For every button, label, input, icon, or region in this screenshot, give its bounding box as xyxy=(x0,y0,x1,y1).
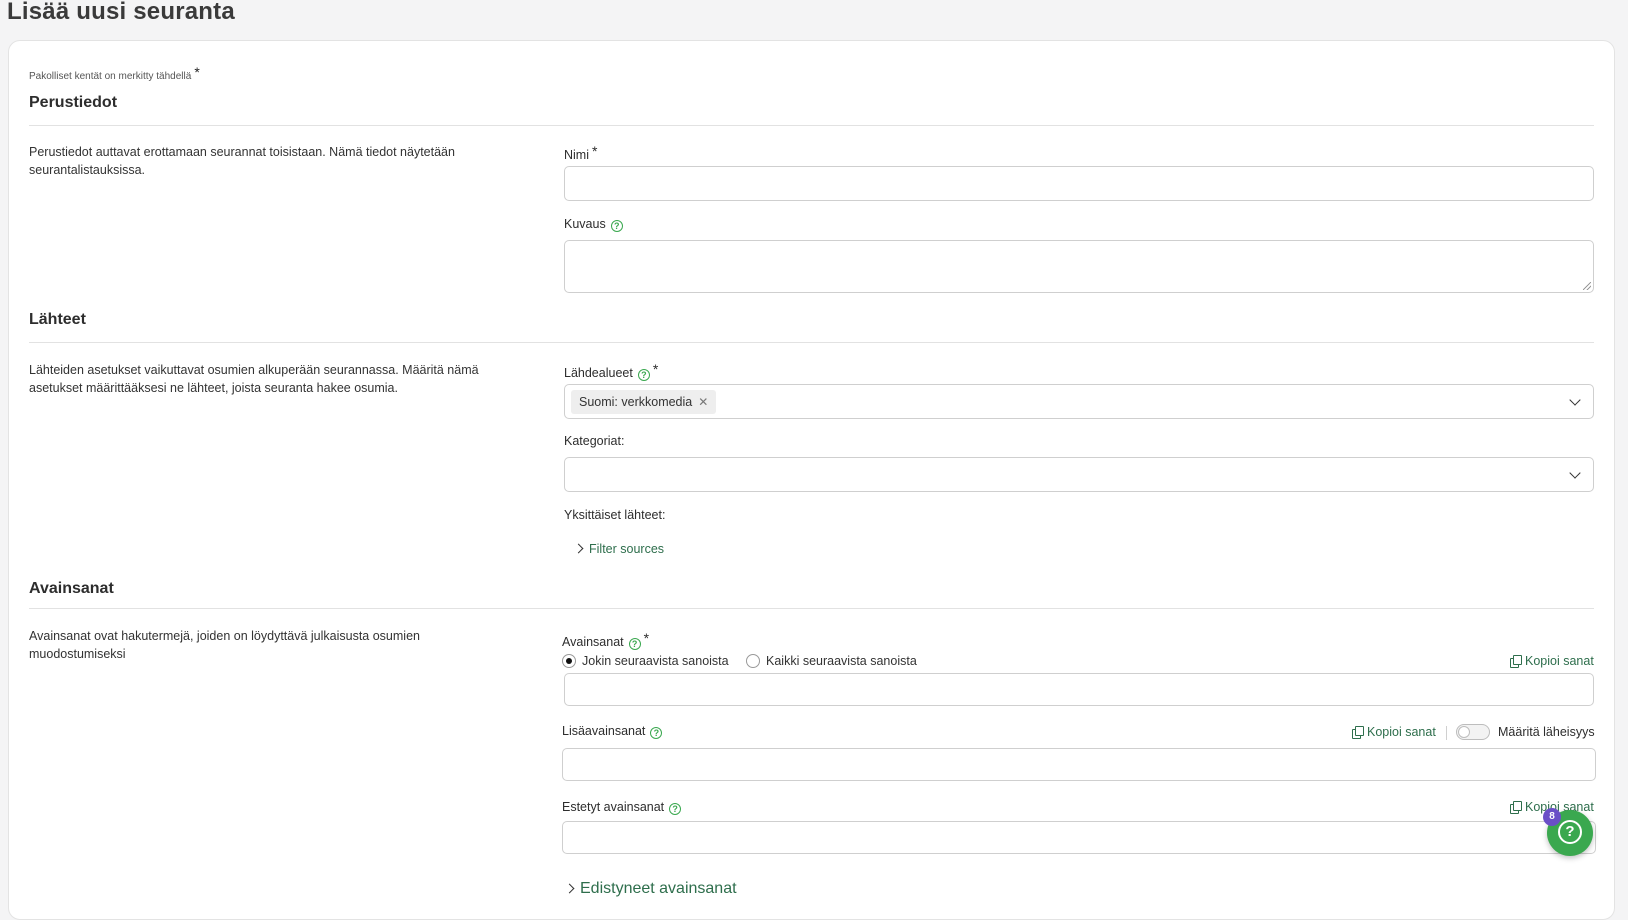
filter-sources-label: Filter sources xyxy=(589,542,665,556)
help-icon[interactable]: ? xyxy=(610,220,623,232)
chevron-right-icon xyxy=(564,883,575,894)
help-icon[interactable]: ? xyxy=(669,803,682,815)
radio-button[interactable] xyxy=(746,654,760,668)
copy-words-label: Kopioi sanat xyxy=(1367,725,1436,739)
help-icon[interactable]: ? xyxy=(650,727,663,739)
resize-handle-icon[interactable] xyxy=(1583,282,1591,290)
keywords-input[interactable] xyxy=(564,673,1594,706)
advanced-keywords-label: Edistyneet avainsanat xyxy=(580,880,737,897)
required-star: * xyxy=(194,64,200,80)
section-description-keywords: Avainsanat ovat hakutermejä, joiden on l… xyxy=(29,629,420,661)
chip-remove-icon[interactable]: ✕ xyxy=(698,395,708,409)
name-input[interactable] xyxy=(564,166,1594,201)
question-icon: ? xyxy=(1558,820,1582,844)
help-icon[interactable]: ? xyxy=(637,369,650,381)
name-label: Nimi * xyxy=(564,143,597,162)
description-textarea[interactable] xyxy=(564,240,1594,293)
additional-keywords-label: Lisäavainsanat? xyxy=(562,724,663,739)
description-label-text: Kuvaus xyxy=(564,217,606,231)
copy-words-label: Kopioi sanat xyxy=(1525,654,1594,668)
section-title-sources: Lähteet xyxy=(29,311,86,328)
section-title-keywords: Avainsanat xyxy=(29,580,114,597)
blocked-keywords-input[interactable] xyxy=(562,821,1596,854)
description-label: Kuvaus? xyxy=(564,217,623,232)
section-description-basic: Perustiedot auttavat erottamaan seuranna… xyxy=(29,145,455,177)
divider xyxy=(1446,726,1447,740)
section-divider xyxy=(29,342,1594,343)
required-note: Pakolliset kentät on merkitty tähdellä * xyxy=(29,64,200,82)
radio-button[interactable] xyxy=(562,654,576,668)
radio-all-label: Kaikki seuraavista sanoista xyxy=(766,654,917,668)
required-star: * xyxy=(592,143,598,159)
required-star: * xyxy=(652,361,659,377)
proximity-label: Määritä läheisyys xyxy=(1498,725,1595,739)
chevron-down-icon[interactable] xyxy=(1569,394,1581,406)
source-areas-label: Lähdealueet? * xyxy=(564,361,658,381)
page-title: Lisää uusi seuranta xyxy=(7,0,235,25)
individual-sources-label: Yksittäiset lähteet: xyxy=(564,508,666,522)
section-description-sources: Lähteiden asetukset vaikuttavat osumien … xyxy=(29,363,479,395)
copy-keywords-link[interactable]: Kopioi sanat xyxy=(1510,654,1594,668)
advanced-keywords-link[interactable]: Edistyneet avainsanat xyxy=(564,880,737,898)
radio-any-words[interactable]: Jokin seuraavista sanoista xyxy=(562,654,729,668)
required-star: * xyxy=(643,630,650,646)
blocked-keywords-label-text: Estetyt avainsanat xyxy=(562,800,665,814)
additional-keywords-input[interactable] xyxy=(562,748,1596,781)
copy-additional-link[interactable]: Kopioi sanat xyxy=(1352,725,1436,739)
section-title-basic: Perustiedot xyxy=(29,94,118,111)
radio-any-label: Jokin seuraavista sanoista xyxy=(582,654,729,668)
keywords-label: Avainsanat? * xyxy=(562,630,649,650)
name-label-text: Nimi xyxy=(564,148,589,162)
source-areas-label-text: Lähdealueet xyxy=(564,366,633,380)
selected-chip: Suomi: verkkomedia ✕ xyxy=(571,390,717,414)
chevron-down-icon[interactable] xyxy=(1569,467,1581,479)
proximity-toggle[interactable] xyxy=(1456,724,1490,740)
required-note-text: Pakolliset kentät on merkitty tähdellä xyxy=(29,71,192,82)
copy-icon xyxy=(1510,801,1522,814)
help-icon[interactable]: ? xyxy=(628,638,641,650)
source-areas-select[interactable]: Suomi: verkkomedia ✕ xyxy=(564,384,1594,419)
filter-sources-link[interactable]: Filter sources xyxy=(573,542,665,556)
categories-select[interactable] xyxy=(564,457,1594,492)
chip-label: Suomi: verkkomedia xyxy=(579,395,693,409)
additional-keywords-label-text: Lisäavainsanat xyxy=(562,724,646,738)
copy-icon xyxy=(1352,726,1364,739)
notification-badge: 8 xyxy=(1543,808,1561,826)
chevron-right-icon xyxy=(573,543,584,554)
section-divider xyxy=(29,608,1594,609)
categories-label: Kategoriat: xyxy=(564,434,625,448)
radio-all-words[interactable]: Kaikki seuraavista sanoista xyxy=(746,654,917,668)
keywords-label-text: Avainsanat xyxy=(562,635,624,649)
toggle-knob xyxy=(1458,726,1470,738)
blocked-keywords-label: Estetyt avainsanat? xyxy=(562,800,682,815)
copy-icon xyxy=(1510,655,1522,668)
section-divider xyxy=(29,125,1594,126)
